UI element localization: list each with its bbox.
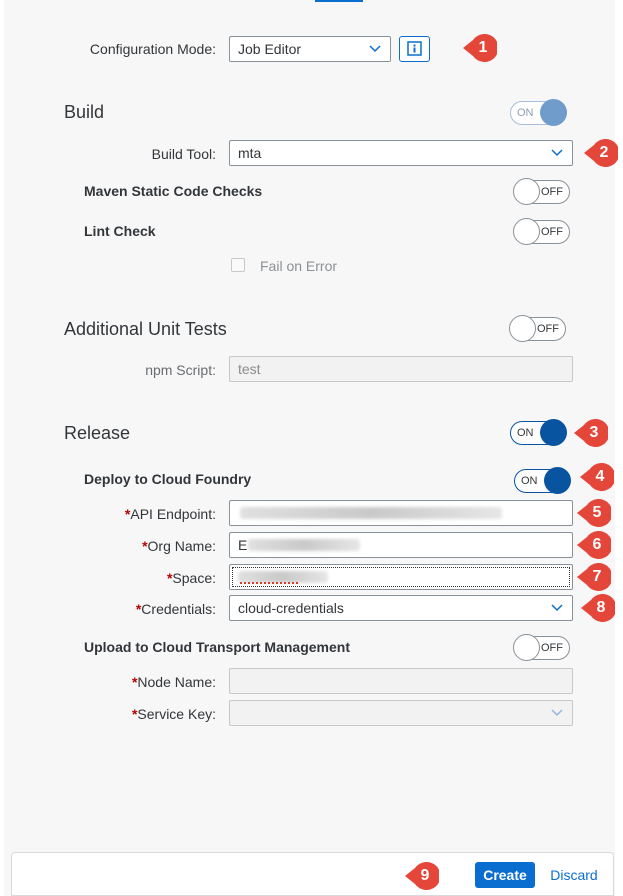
- deploy-cf-toggle[interactable]: ON: [514, 467, 571, 494]
- callout-6: 6: [577, 531, 611, 559]
- api-endpoint-input[interactable]: [229, 500, 573, 526]
- build-tool-label: Build Tool:: [151, 146, 216, 162]
- npm-script-label: npm Script:: [145, 362, 216, 378]
- redacted-value: [240, 507, 502, 519]
- build-tool-value: mta: [238, 145, 262, 161]
- credentials-select[interactable]: cloud-credentials: [229, 595, 573, 621]
- build-title: Build: [64, 102, 105, 122]
- release-title: Release: [64, 423, 131, 443]
- space-input[interactable]: [229, 564, 573, 590]
- create-button[interactable]: Create: [475, 862, 535, 888]
- callout-2: 2: [584, 139, 618, 167]
- space-label: *Space:: [166, 570, 216, 586]
- fail-on-error-label: Fail on Error: [260, 258, 338, 274]
- fail-on-error-checkbox[interactable]: [231, 258, 245, 272]
- service-key-select[interactable]: [229, 700, 573, 726]
- callout-7: 7: [577, 563, 611, 591]
- npm-script-input[interactable]: test: [229, 356, 573, 382]
- credentials-value: cloud-credentials: [238, 600, 344, 616]
- deploy-cf-label: Deploy to Cloud Foundry: [84, 471, 252, 487]
- discard-button[interactable]: Discard: [546, 862, 602, 888]
- ctm-toggle[interactable]: OFF: [513, 634, 570, 661]
- chevron-down-icon: [551, 149, 563, 157]
- org-name-input[interactable]: E: [229, 532, 573, 558]
- active-tab-indicator: [315, 0, 363, 2]
- spellcheck-underline: [240, 582, 298, 584]
- api-endpoint-label: *API Endpoint:: [124, 506, 216, 522]
- info-button[interactable]: [399, 36, 430, 62]
- callout-8: 8: [581, 594, 615, 622]
- chevron-down-icon: [551, 709, 563, 717]
- unit-tests-toggle[interactable]: OFF: [509, 315, 566, 342]
- callout-3: 3: [574, 419, 608, 447]
- build-tool-select[interactable]: mta: [229, 140, 573, 166]
- config-mode-value: Job Editor: [238, 41, 302, 57]
- lint-check-label: Lint Check: [84, 223, 156, 239]
- credentials-label: *Credentials:: [135, 601, 216, 617]
- ctm-label: Upload to Cloud Transport Management: [84, 639, 351, 655]
- redacted-value: [248, 539, 360, 551]
- config-mode-select[interactable]: Job Editor: [229, 36, 391, 62]
- service-key-label: *Service Key:: [131, 706, 216, 722]
- maven-checks-label: Maven Static Code Checks: [84, 183, 263, 199]
- node-name-label: *Node Name:: [131, 674, 216, 690]
- callout-1: 1: [463, 34, 497, 62]
- maven-checks-toggle[interactable]: OFF: [513, 178, 570, 205]
- editor-panel: [4, 0, 615, 896]
- callout-9: 9: [405, 862, 439, 890]
- org-name-prefix: E: [238, 537, 248, 553]
- npm-script-placeholder: test: [238, 361, 261, 377]
- release-toggle[interactable]: ON: [510, 419, 567, 446]
- org-name-label: *Org Name:: [142, 538, 216, 554]
- build-toggle[interactable]: ON: [510, 99, 567, 126]
- node-name-input[interactable]: [229, 668, 573, 694]
- chevron-down-icon: [369, 45, 381, 53]
- lint-check-toggle[interactable]: OFF: [513, 218, 570, 245]
- info-icon: [407, 41, 422, 56]
- callout-4: 4: [580, 463, 614, 491]
- config-mode-label: Configuration Mode:: [89, 41, 216, 57]
- callout-5: 5: [577, 499, 611, 527]
- unit-tests-title: Additional Unit Tests: [64, 319, 227, 339]
- chevron-down-icon: [551, 604, 563, 612]
